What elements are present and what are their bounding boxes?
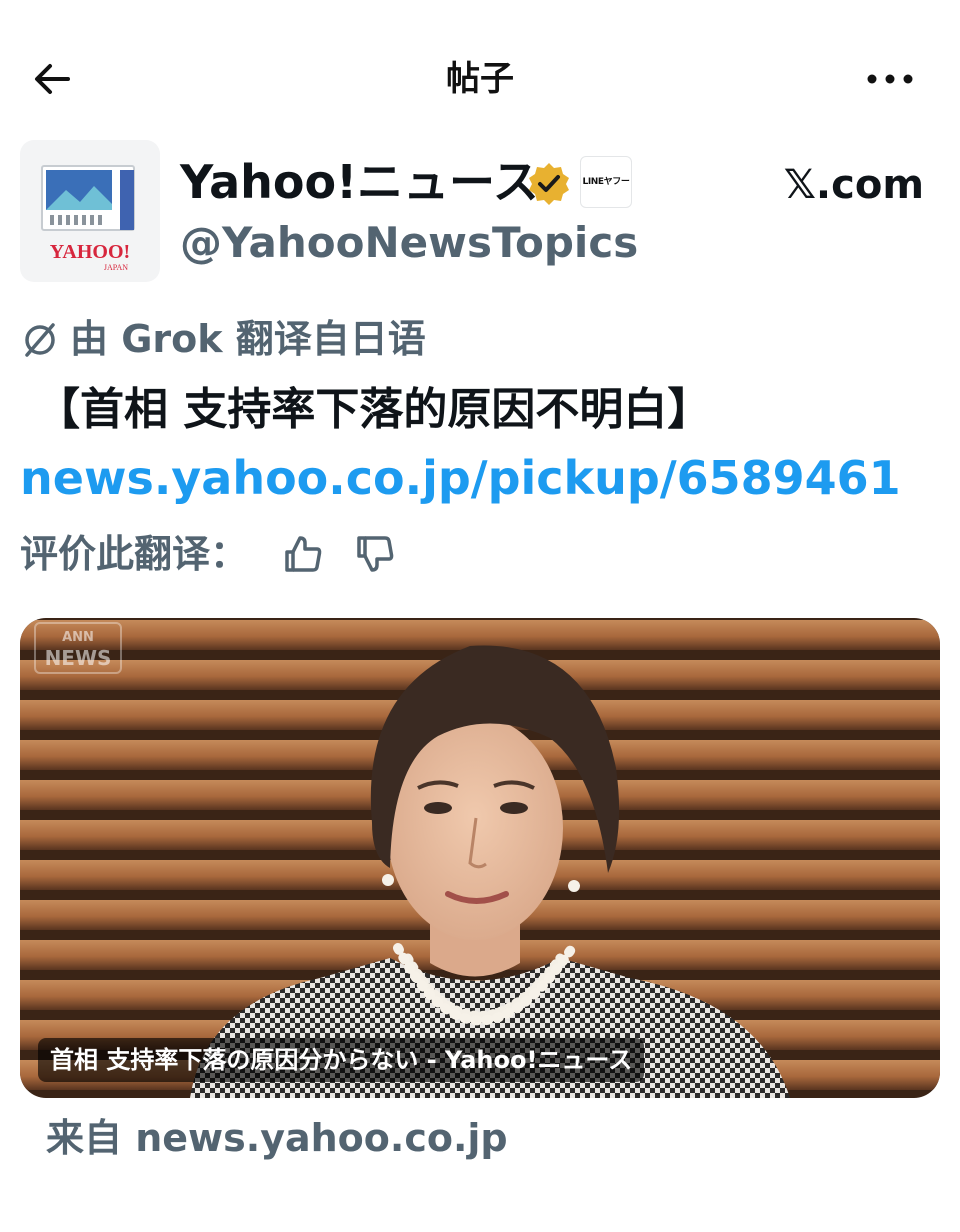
post-link[interactable]: news.yahoo.co.jp/pickup/6589461 xyxy=(20,446,901,510)
source-domain: 𝕏.com xyxy=(783,162,924,208)
yahoo-news-logo-icon: YAHOO! JAPAN xyxy=(41,165,135,272)
author-name[interactable]: Yahoo!ニュース xyxy=(180,154,539,210)
thumbs-down-button[interactable] xyxy=(350,529,400,579)
thumbs-up-button[interactable] xyxy=(278,529,328,579)
avatar-logo-text: YAHOO! xyxy=(50,241,130,263)
affiliate-badge[interactable]: LINEヤフー xyxy=(580,156,632,208)
more-horizontal-icon xyxy=(867,74,913,84)
watermark-bottom: NEWS xyxy=(44,646,112,670)
page-title: 帖子 xyxy=(446,59,514,99)
post-page: 帖子 YAHOO! JAPAN Yahoo!ニュース LINEヤフー @Yaho… xyxy=(0,0,960,1232)
author-handle[interactable]: @YahooNewsTopics xyxy=(180,216,638,270)
rate-translation-label: 评价此翻译： xyxy=(20,532,249,576)
card-caption: 首相 支持率下落の原因分からない - Yahoo!ニュース xyxy=(38,1038,645,1082)
more-options-button[interactable] xyxy=(862,62,918,96)
avatar-logo-subtext: JAPAN xyxy=(104,263,128,272)
translate-slash-icon xyxy=(25,323,55,357)
translation-note-text: 由 Grok 翻译自日语 xyxy=(70,317,426,361)
card-source[interactable]: 来自 news.yahoo.co.jp xyxy=(46,1112,508,1164)
news-photo xyxy=(20,618,940,1098)
ann-news-watermark: ANN NEWS xyxy=(34,622,122,674)
avatar[interactable]: YAHOO! JAPAN xyxy=(20,140,160,282)
rate-translation: 评价此翻译： xyxy=(20,524,400,584)
wood-slat xyxy=(20,620,940,650)
translation-note: 由 Grok 翻译自日语 xyxy=(20,312,426,366)
post-text: 【首相 支持率下落的原因不明白】 xyxy=(36,384,712,435)
thumbs-up-icon xyxy=(285,536,322,572)
watermark-top: ANN xyxy=(62,630,94,645)
verified-gold-badge-icon xyxy=(529,163,569,205)
link-preview-card[interactable]: ANN NEWS 首相 支持率下落の原因分からない - Yahoo!ニュース xyxy=(20,618,940,1098)
top-bar: 帖子 xyxy=(0,40,960,116)
thumbs-down-icon xyxy=(357,536,394,572)
